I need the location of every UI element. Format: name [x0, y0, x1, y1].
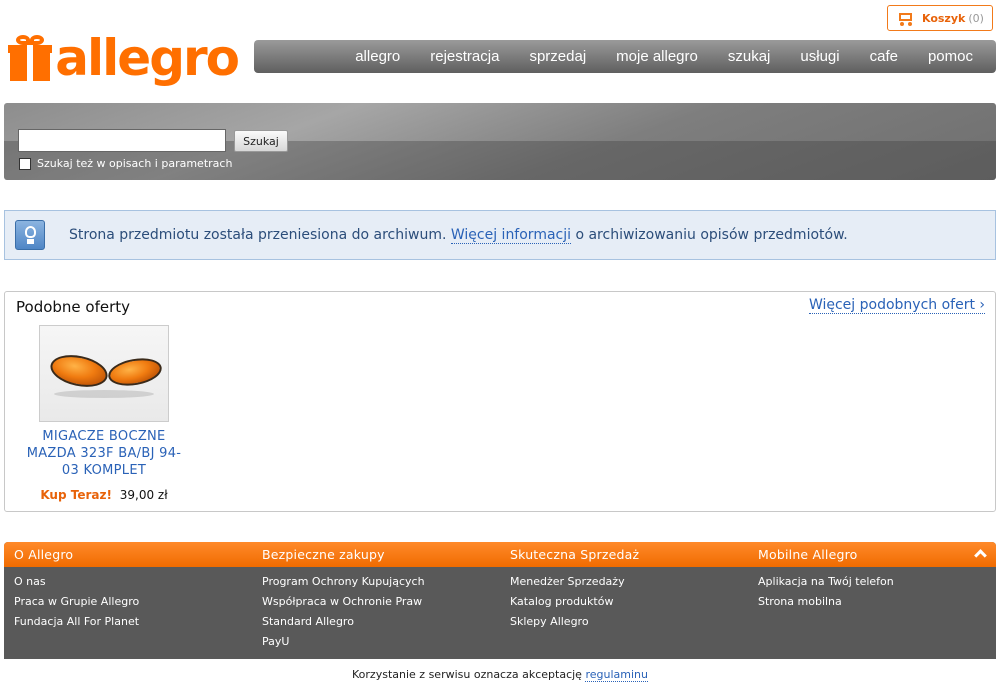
- footer-link-rights-protection[interactable]: Współpraca w Ochronie Praw: [262, 595, 422, 608]
- search-button[interactable]: Szukaj: [234, 130, 288, 152]
- chevron-up-icon[interactable]: [974, 548, 988, 562]
- nav-item-uslugi[interactable]: usługi: [792, 48, 847, 65]
- logo-wordmark: allegro: [55, 29, 240, 87]
- footer-link-fundacja[interactable]: Fundacja All For Planet: [14, 615, 139, 628]
- nav-item-szukaj[interactable]: szukaj: [720, 48, 779, 65]
- offer-price: 39,00 zł: [119, 488, 168, 502]
- allegro-logo[interactable]: allegro: [8, 27, 240, 89]
- footer-link-sales-manager[interactable]: Menedżer Sprzedaży: [510, 575, 625, 588]
- gift-icon: [8, 35, 52, 81]
- footer-link-o-nas[interactable]: O nas: [14, 575, 46, 588]
- similar-offers-panel: Podobne oferty Więcej podobnych ofert › …: [4, 291, 996, 512]
- offer-thumbnail[interactable]: [39, 325, 169, 422]
- terms-link[interactable]: regulaminu: [585, 668, 648, 682]
- footer-link-product-catalog[interactable]: Katalog produktów: [510, 595, 613, 608]
- nav-item-rejestracja[interactable]: rejestracja: [422, 48, 507, 65]
- footer-column-safe-shopping: Bezpieczne zakupy Program Ochrony Kupują…: [252, 542, 492, 655]
- archive-notice-text-start: Strona przedmiotu została przeniesiona d…: [69, 227, 451, 243]
- footer-column-selling: Skuteczna Sprzedaż Menedżer Sprzedaży Ka…: [500, 542, 740, 635]
- more-info-link[interactable]: Więcej informacji: [450, 227, 572, 244]
- offer-title-link[interactable]: MIGACZE BOCZNE MAZDA 323F BA/BJ 94-03 KO…: [19, 428, 189, 479]
- footer-link-payu[interactable]: PayU: [262, 635, 289, 648]
- nav-item-pomoc[interactable]: pomoc: [920, 48, 981, 65]
- cart-icon: [896, 11, 914, 26]
- nav-item-cafe[interactable]: cafe: [862, 48, 906, 65]
- offer-buy-now-label: Kup Teraz!: [40, 488, 112, 502]
- search-descriptions-label: Szukaj też w opisach i parametrach: [37, 157, 233, 170]
- archive-notice-text: Strona przedmiotu została przeniesiona d…: [69, 227, 848, 244]
- footer-heading-mobile: Mobilne Allegro: [758, 547, 858, 562]
- lightbulb-icon: [15, 220, 45, 250]
- nav-item-sprzedaj[interactable]: sprzedaj: [521, 48, 594, 65]
- footer-column-mobile: Mobilne Allegro Aplikacja na Twój telefo…: [748, 542, 988, 615]
- footer-link-mobile-site[interactable]: Strona mobilna: [758, 595, 842, 608]
- terms-notice-text: Korzystanie z serwisu oznacza akceptację: [352, 668, 586, 681]
- footer-heading-safe-shopping: Bezpieczne zakupy: [262, 547, 385, 562]
- search-descriptions-option: Szukaj też w opisach i parametrach: [19, 157, 232, 170]
- cart-count: (0): [968, 11, 984, 25]
- nav-item-moje-allegro[interactable]: moje allegro: [608, 48, 706, 65]
- main-navigation: allegro rejestracja sprzedaj moje allegr…: [254, 40, 996, 73]
- search-panel: Szukaj Szukaj też w opisach i parametrac…: [4, 103, 996, 180]
- footer-link-standard-allegro[interactable]: Standard Allegro: [262, 615, 354, 628]
- cart-button[interactable]: Koszyk (0): [887, 5, 993, 31]
- footer: O Allegro O nas Praca w Grupie Allegro F…: [4, 542, 996, 659]
- footer-link-allegro-shops[interactable]: Sklepy Allegro: [510, 615, 589, 628]
- footer-heading-selling: Skuteczna Sprzedaż: [510, 547, 640, 562]
- cart-label: Koszyk: [922, 11, 966, 25]
- archive-notice-text-end: o archiwizowaniu opisów przedmiotów.: [571, 227, 848, 243]
- footer-link-buyer-protection[interactable]: Program Ochrony Kupujących: [262, 575, 425, 588]
- similar-offers-title: Podobne oferty: [16, 298, 131, 316]
- search-descriptions-checkbox[interactable]: [19, 157, 31, 170]
- more-similar-offers-link[interactable]: Więcej podobnych ofert ›: [808, 297, 985, 314]
- footer-link-phone-app[interactable]: Aplikacja na Twój telefon: [758, 575, 894, 588]
- offer-price-row: Kup Teraz! 39,00 zł: [19, 488, 189, 502]
- footer-column-about: O Allegro O nas Praca w Grupie Allegro F…: [4, 542, 244, 635]
- footer-link-praca[interactable]: Praca w Grupie Allegro: [14, 595, 139, 608]
- archive-notice: Strona przedmiotu została przeniesiona d…: [4, 210, 996, 260]
- footer-heading-about: O Allegro: [14, 547, 74, 562]
- terms-notice: Korzystanie z serwisu oznacza akceptację…: [0, 668, 1000, 682]
- search-input[interactable]: [18, 129, 226, 152]
- nav-item-allegro[interactable]: allegro: [347, 48, 408, 65]
